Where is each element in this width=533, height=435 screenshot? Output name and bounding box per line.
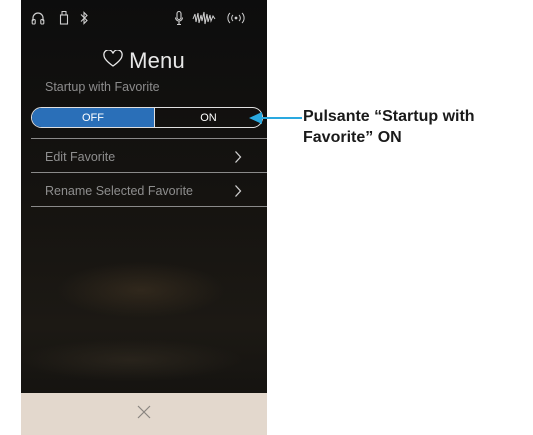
menu-header: Menu <box>21 48 267 74</box>
chevron-right-icon <box>234 150 242 169</box>
close-icon[interactable] <box>136 404 152 425</box>
sound-wave-icon <box>192 10 216 30</box>
bluetooth-icon <box>79 10 89 30</box>
mic-icon <box>174 10 184 30</box>
callout-annotation: Pulsante “Startup with Favorite” ON <box>303 106 533 148</box>
app-screen: Menu Startup with Favorite OFF ON Edit F… <box>21 0 267 435</box>
callout-line-2: Favorite” ON <box>303 129 402 146</box>
callout-line-1: Pulsante “Startup with <box>303 108 475 125</box>
menu-item-label: Rename Selected Favorite <box>45 184 193 198</box>
heart-icon <box>103 48 123 73</box>
headphones-icon <box>31 10 45 30</box>
page-title: Menu <box>129 48 185 73</box>
menu-item-edit-favorite[interactable]: Edit Favorite <box>21 139 267 175</box>
toggle-on-button[interactable]: ON <box>154 108 262 127</box>
startup-favorite-toggle[interactable]: OFF ON <box>31 107 263 128</box>
divider <box>31 206 267 207</box>
menu-item-label: Edit Favorite <box>45 150 116 164</box>
menu-item-rename-favorite[interactable]: Rename Selected Favorite <box>21 173 267 209</box>
close-bar[interactable] <box>21 393 267 435</box>
toggle-off-button[interactable]: OFF <box>32 108 154 127</box>
status-bar <box>21 10 267 32</box>
wireless-icon <box>226 10 246 30</box>
chevron-right-icon <box>234 184 242 203</box>
startup-favorite-label: Startup with Favorite <box>45 80 160 94</box>
usb-icon <box>59 10 69 30</box>
